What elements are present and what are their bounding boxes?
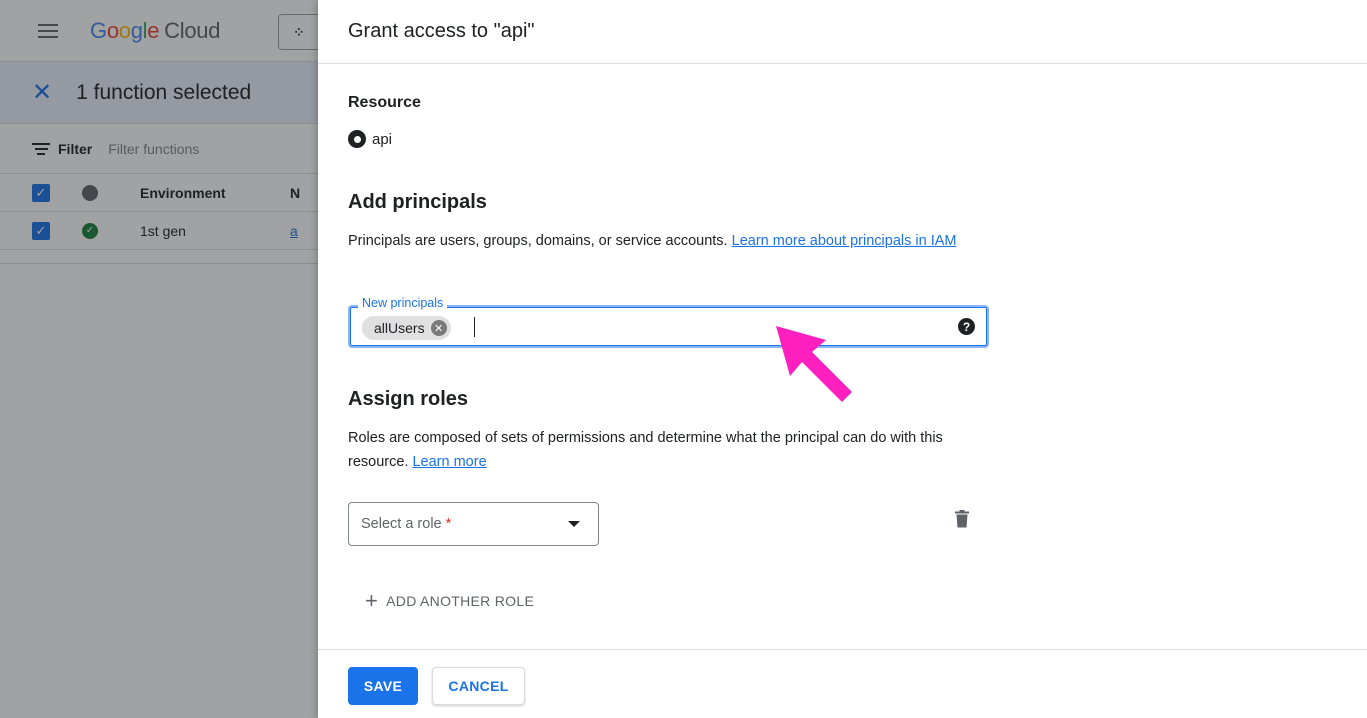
help-icon[interactable]: ? [958,318,975,335]
new-principals-label: New principals [358,296,448,310]
learn-more-principals-link[interactable]: Learn more about principals in IAM [732,233,957,249]
resource-name: api [372,130,393,148]
cancel-button[interactable]: CANCEL [432,667,525,705]
resource-label: Resource [348,94,421,111]
text-cursor [474,317,475,337]
principal-chip-label: allUsers [374,320,425,336]
principals-description: Principals are users, groups, domains, o… [348,233,957,249]
principal-chip[interactable]: allUsers ✕ [362,316,451,340]
role-select[interactable]: Select a role * [348,502,599,546]
panel-title: Grant access to "api" [348,20,535,42]
role-select-placeholder: Select a role [361,516,442,532]
save-button[interactable]: SAVE [348,667,418,705]
learn-more-roles-link[interactable]: Learn more [412,454,486,470]
add-another-role-label: ADD ANOTHER ROLE [386,593,535,609]
panel-header: Grant access to "api" [318,0,1367,64]
roles-description: Roles are composed of sets of permission… [348,430,943,470]
resource-icon [348,130,366,148]
panel-footer: SAVE CANCEL [318,649,1367,718]
new-principals-field[interactable]: New principals allUsers ✕ ? [348,296,989,348]
grant-access-panel: Grant access to "api" Resource api Add p… [318,0,1367,718]
annotation-arrow-icon [776,326,852,402]
assign-roles-heading: Assign roles [348,388,469,410]
resource-row: api [348,130,392,148]
add-another-role-button[interactable]: + ADD ANOTHER ROLE [365,590,534,612]
add-principals-heading: Add principals [348,191,487,213]
dropdown-arrow-icon [568,521,580,527]
required-mark: * [445,516,452,532]
plus-icon: + [365,588,379,613]
chip-remove-icon[interactable]: ✕ [430,320,447,336]
modal-scrim[interactable] [0,0,318,718]
trash-icon[interactable] [955,510,969,528]
